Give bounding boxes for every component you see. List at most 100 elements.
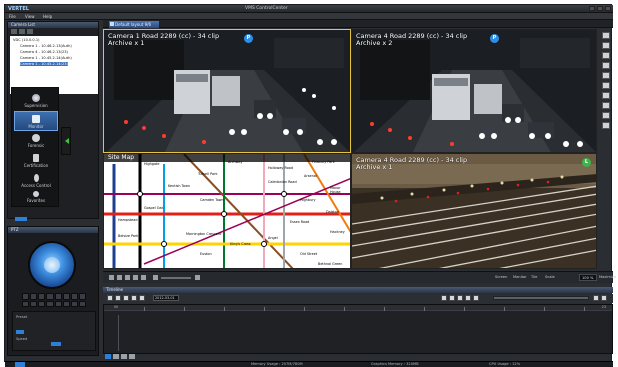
ptz-preset-button[interactable] — [30, 300, 38, 307]
ptz-preset-button[interactable] — [46, 300, 54, 307]
tree-node-camera-selected[interactable]: Camera 1 - 10.45.2.14(23) — [20, 62, 68, 66]
view-mode-button[interactable] — [129, 354, 135, 359]
tree-node-camera[interactable]: Camera 4 - 10.46.2.13(23) — [20, 50, 68, 54]
nav-monitor[interactable]: Monitor — [14, 111, 58, 131]
map-label: Hackney — [330, 230, 345, 234]
tile-caption: Camera 4 Road 2289 (cc) - 34 clip Archiv… — [356, 33, 467, 47]
ptz-preset-button[interactable] — [70, 293, 78, 300]
ptz-preset-button[interactable] — [38, 300, 46, 307]
audio-icon[interactable] — [133, 275, 138, 280]
map-label: Angel — [268, 236, 278, 240]
maximize-label[interactable]: Maximize — [599, 274, 616, 281]
skip-back-icon[interactable] — [441, 295, 447, 301]
prev-icon[interactable] — [593, 295, 599, 301]
module-nav: Supervision Monitor Forensic Certificati… — [11, 87, 59, 207]
ptz-preset-button[interactable] — [78, 293, 86, 300]
ruler-tick — [304, 307, 305, 311]
archive-speed: Archive x 1 — [356, 163, 393, 171]
ptz-joystick[interactable] — [28, 241, 76, 289]
tree-node-camera[interactable]: Camera 1 - 10.46.2.13(Auth) — [20, 44, 72, 48]
timeline-toolbar: 2012-03-01 — [103, 294, 613, 303]
map-label: Manor House — [330, 186, 341, 194]
timeline-area[interactable]: 00 23 — [103, 304, 613, 354]
menu-view[interactable]: View — [25, 14, 35, 19]
layout-4x4-icon[interactable] — [602, 82, 610, 89]
timeline-mode-icon[interactable] — [107, 295, 113, 301]
date-field[interactable]: 2012-03-01 — [153, 295, 179, 301]
layout-1x1-icon[interactable] — [602, 32, 610, 39]
video-frame — [104, 30, 350, 152]
ptz-preset-button[interactable] — [70, 300, 78, 307]
ptz-preset-button[interactable] — [22, 300, 30, 307]
layout-1x2-icon[interactable] — [602, 42, 610, 49]
map-label: Holloway Road — [268, 166, 294, 170]
ruler-tick — [264, 307, 265, 311]
zoom-value-field[interactable]: 100 % — [579, 274, 597, 281]
ruler-tick — [464, 307, 465, 311]
video-tile[interactable]: Camera 1 Road 2289 (cc) - 34 clip Archiv… — [103, 29, 351, 153]
layout-2x1-icon[interactable] — [602, 52, 610, 59]
layout-map-icon[interactable] — [602, 122, 610, 129]
view-mode-button[interactable] — [121, 354, 127, 359]
nav-collapse-tab[interactable] — [61, 127, 71, 155]
layout-custom-icon[interactable] — [602, 112, 610, 119]
video-tile[interactable]: Camera 4 Road 2289 (cc) - 34 clip Archiv… — [351, 153, 597, 269]
zoom-in-icon[interactable] — [195, 275, 200, 280]
refresh-icon[interactable] — [19, 29, 25, 34]
nav-supervision[interactable]: Supervision — [14, 91, 58, 111]
video-tile[interactable]: Camera 4 Road 2289 (cc) - 34 clip Archiv… — [351, 29, 597, 153]
tab-default-layout[interactable]: Default layout 9/6 — [109, 21, 159, 28]
map-label: Mornington Crescent — [186, 232, 222, 236]
record-icon[interactable] — [141, 275, 146, 280]
site-map-tile[interactable]: Highgate Archway Tufnell Park Kentish To… — [103, 153, 351, 269]
ptz-preset-button[interactable] — [38, 293, 46, 300]
ptz-preset-button[interactable] — [30, 293, 38, 300]
playback-speed-slider[interactable] — [493, 296, 589, 300]
view-mode-button[interactable] — [105, 354, 111, 359]
ptz-preset-button[interactable] — [46, 293, 54, 300]
ptz-preset-button[interactable] — [22, 293, 30, 300]
skip-forward-icon[interactable] — [473, 295, 479, 301]
ptz-preset-button[interactable] — [54, 300, 62, 307]
add-icon[interactable] — [11, 29, 17, 34]
bookmark-icon[interactable] — [131, 295, 137, 301]
filter-icon[interactable] — [123, 295, 129, 301]
ptz-center-button[interactable] — [44, 257, 60, 273]
filter-icon[interactable] — [27, 29, 33, 34]
map-label: Gospel Oak — [144, 206, 164, 210]
ptz-preset-button[interactable] — [62, 300, 70, 307]
nav-certification[interactable]: Certification — [14, 151, 58, 171]
snapshot-icon[interactable] — [125, 275, 130, 280]
map-label: Kentish Town — [168, 184, 191, 188]
view-mode-button[interactable] — [113, 354, 119, 359]
map-label: Hampstead — [118, 218, 138, 222]
next-icon[interactable] — [601, 295, 607, 301]
tree-node-server[interactable]: VDC (10.0.0.1) — [13, 38, 40, 42]
ptz-speed-slider[interactable] — [51, 342, 61, 346]
maximize-button[interactable] — [597, 6, 603, 11]
tree-node-camera[interactable]: Camera 1 - 10.45.2.14(Auth) — [20, 56, 72, 60]
nav-forensic[interactable]: Forensic — [14, 131, 58, 151]
export-icon[interactable] — [139, 295, 145, 301]
layout-1plus5-icon[interactable] — [602, 92, 610, 99]
menu-file[interactable]: File — [9, 14, 16, 19]
arrange-icon[interactable] — [109, 275, 114, 280]
calendar-icon[interactable] — [115, 295, 121, 301]
layout-2x2-icon[interactable] — [602, 62, 610, 69]
zoom-out-icon[interactable] — [153, 275, 158, 280]
ptz-preset-button[interactable] — [54, 293, 62, 300]
nav-favorites[interactable]: Favorites — [14, 188, 58, 208]
close-button[interactable] — [605, 6, 611, 11]
minimize-button[interactable] — [589, 6, 595, 11]
step-forward-icon[interactable] — [465, 295, 471, 301]
layout-1plus7-icon[interactable] — [602, 102, 610, 109]
ptz-preset-button[interactable] — [62, 293, 70, 300]
layout-3x3-icon[interactable] — [602, 72, 610, 79]
ptz-preset-button[interactable] — [78, 300, 86, 307]
menu-help[interactable]: Help — [43, 14, 52, 19]
play-icon[interactable] — [457, 295, 463, 301]
fullscreen-icon[interactable] — [117, 275, 122, 280]
zoom-slider[interactable] — [161, 277, 191, 279]
step-back-icon[interactable] — [449, 295, 455, 301]
timeline-track[interactable] — [118, 315, 608, 351]
